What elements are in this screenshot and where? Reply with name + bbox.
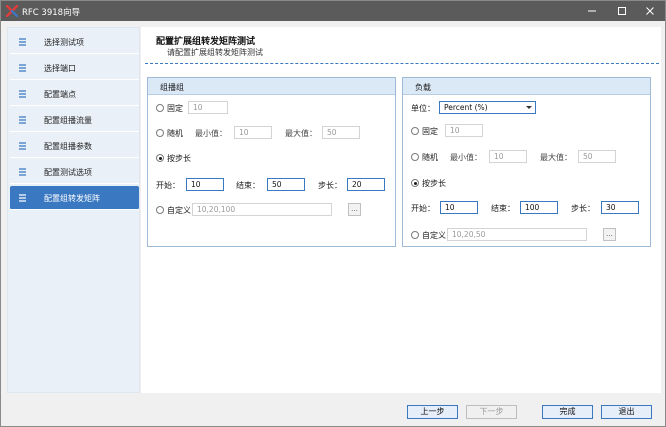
load-min-input[interactable]: 10 [489, 150, 527, 163]
group-step-label: 按步长 [167, 154, 191, 163]
group-end-label: 结束： [236, 181, 260, 190]
panel-title: 组播组 [160, 83, 184, 92]
load-fixed-input[interactable]: 10 [445, 124, 483, 137]
load-start-label: 开始： [411, 204, 435, 213]
group-step-size-label: 步长： [318, 181, 342, 190]
group-custom-browse-button[interactable]: ... [348, 203, 361, 216]
panel-title: 负载 [415, 83, 431, 92]
group-step-size-input[interactable]: 20 [347, 178, 385, 191]
sidebar-item-label: 配置组播参数 [44, 142, 92, 151]
group-max-label: 最大值： [285, 129, 317, 138]
page-title: 配置扩展组转发矩阵测试 [156, 37, 256, 47]
maximize-icon [618, 7, 626, 15]
panel-header: 组播组 [148, 78, 395, 95]
load-panel: 负载 单位： Percent (%) 固定 10 随机 最小值： 10 最大值：… [402, 77, 651, 247]
group-random-label: 随机 [167, 129, 183, 138]
minimize-icon [588, 10, 596, 12]
sidebar-item-configure-forwarding-matrix[interactable]: 配置组转发矩阵 [10, 186, 139, 210]
load-step-label: 按步长 [422, 179, 446, 188]
load-fixed-label: 固定 [422, 127, 438, 136]
panel-header: 负载 [403, 78, 650, 95]
list-icon [19, 90, 26, 98]
minimize-button[interactable] [577, 1, 607, 21]
sidebar-item-label: 配置组转发矩阵 [44, 194, 100, 203]
sidebar-item-label: 选择端口 [44, 64, 76, 73]
main-panel: 配置扩展组转发矩阵测试 请配置扩展组转发矩阵测试 组播组 固定 10 随机 最小… [141, 27, 661, 393]
group-custom-label: 自定义 [167, 206, 191, 215]
group-start-label: 开始： [156, 181, 180, 190]
sidebar-item-configure-test-options[interactable]: 配置测试选项 [10, 160, 139, 184]
load-end-label: 结束： [491, 204, 515, 213]
header-divider [145, 63, 659, 64]
load-custom-input[interactable]: 10,20,50 [447, 228, 587, 241]
load-custom-radio[interactable] [411, 231, 419, 239]
load-unit-select[interactable]: Percent (%) [439, 101, 536, 114]
wizard-window: RFC 3918向导 选择测试项 选择端口 配置端点 配置组播流量 配置组播参数… [0, 0, 666, 427]
load-custom-label: 自定义 [422, 231, 446, 240]
sidebar-item-configure-multicast-traffic[interactable]: 配置组播流量 [10, 108, 139, 132]
list-icon [19, 116, 26, 124]
load-step-size-label: 步长： [571, 204, 595, 213]
next-button[interactable]: 下一步 [466, 405, 517, 419]
sidebar-item-label: 配置组播流量 [44, 116, 92, 125]
load-custom-browse-button[interactable]: ... [603, 228, 616, 241]
group-max-input[interactable]: 50 [322, 126, 360, 139]
sidebar-item-label: 选择测试项 [44, 38, 84, 47]
list-icon [19, 168, 26, 176]
prev-button[interactable]: 上一步 [407, 405, 458, 419]
sidebar-item-select-ports[interactable]: 选择端口 [10, 56, 139, 80]
group-min-input[interactable]: 10 [234, 126, 272, 139]
load-step-radio[interactable] [411, 179, 419, 187]
list-icon [19, 64, 26, 72]
load-start-input[interactable]: 10 [440, 201, 478, 214]
group-fixed-radio[interactable] [156, 104, 164, 112]
sidebar-item-label: 配置测试选项 [44, 168, 92, 177]
close-icon [646, 7, 654, 15]
load-fixed-radio[interactable] [411, 127, 419, 135]
load-random-radio[interactable] [411, 153, 419, 161]
close-button[interactable] [635, 1, 665, 21]
sidebar-item-configure-multicast-params[interactable]: 配置组播参数 [10, 134, 139, 158]
group-fixed-label: 固定 [167, 104, 183, 113]
wizard-steps-sidebar: 选择测试项 选择端口 配置端点 配置组播流量 配置组播参数 配置测试选项 配置组… [7, 27, 140, 393]
finish-button[interactable]: 完成 [542, 405, 593, 419]
list-icon [19, 142, 26, 150]
page-subtitle: 请配置扩展组转发矩阵测试 [167, 48, 263, 57]
load-min-label: 最小值： [450, 153, 482, 162]
list-icon [19, 194, 26, 202]
app-logo-icon [6, 5, 18, 17]
group-min-label: 最小值： [195, 129, 227, 138]
sidebar-item-label: 配置端点 [44, 90, 76, 99]
window-title: RFC 3918向导 [22, 8, 81, 18]
exit-button[interactable]: 退出 [601, 405, 652, 419]
load-max-input[interactable]: 50 [578, 150, 616, 163]
load-end-input[interactable]: 100 [520, 201, 558, 214]
group-end-input[interactable]: 50 [267, 178, 305, 191]
load-step-size-input[interactable]: 30 [601, 201, 639, 214]
sidebar-item-configure-endpoints[interactable]: 配置端点 [10, 82, 139, 106]
multicast-group-panel: 组播组 固定 10 随机 最小值： 10 最大值： 50 按步长 开始： 10 … [147, 77, 396, 247]
title-bar[interactable]: RFC 3918向导 [1, 1, 665, 21]
load-max-label: 最大值： [540, 153, 572, 162]
group-step-radio[interactable] [156, 154, 164, 162]
load-random-label: 随机 [422, 153, 438, 162]
sidebar-item-select-test[interactable]: 选择测试项 [10, 30, 139, 54]
group-custom-radio[interactable] [156, 206, 164, 214]
group-fixed-input[interactable]: 10 [188, 101, 228, 114]
maximize-button[interactable] [607, 1, 637, 21]
load-unit-label: 单位： [411, 104, 435, 113]
load-unit-value: Percent (%) [444, 103, 488, 112]
group-start-input[interactable]: 10 [186, 178, 224, 191]
chevron-down-icon [526, 106, 532, 109]
group-custom-input[interactable]: 10,20,100 [192, 203, 332, 216]
list-icon [19, 38, 26, 46]
group-random-radio[interactable] [156, 129, 164, 137]
